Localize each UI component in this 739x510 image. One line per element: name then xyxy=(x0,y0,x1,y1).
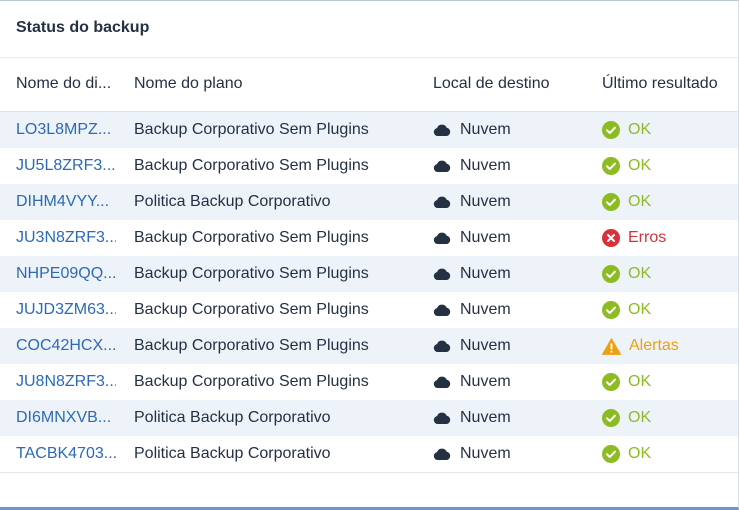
destination-cell: Nuvem xyxy=(433,229,511,247)
device-link[interactable]: JU8N8ZRF3... xyxy=(16,373,116,391)
table-row: JU3N8ZRF3... Backup Corporativo Sem Plug… xyxy=(0,220,738,256)
destination-label: Nuvem xyxy=(460,445,511,462)
check-circle-icon xyxy=(602,193,620,211)
destination-cell: Nuvem xyxy=(433,157,511,175)
column-header-result[interactable]: Último resultado xyxy=(602,75,718,93)
column-header-device[interactable]: Nome do di... xyxy=(16,75,120,93)
result-cell: OK xyxy=(602,121,651,139)
destination-label: Nuvem xyxy=(460,409,511,426)
result-cell: Erros xyxy=(602,229,666,247)
result-cell: OK xyxy=(602,373,651,391)
destination-cell: Nuvem xyxy=(433,121,511,139)
result-cell: Alertas xyxy=(602,337,679,355)
destination-cell: Nuvem xyxy=(433,193,511,211)
table-row: COC42HCX... Backup Corporativo Sem Plugi… xyxy=(0,328,738,364)
device-link[interactable]: JU3N8ZRF3... xyxy=(16,229,116,247)
column-header-destination[interactable]: Local de destino xyxy=(433,75,550,93)
result-label: OK xyxy=(628,121,652,138)
result-label: OK xyxy=(628,157,652,174)
destination-label: Nuvem xyxy=(460,373,511,390)
plan-name: Politica Backup Corporativo xyxy=(134,445,331,462)
result-label: OK xyxy=(628,301,652,318)
plan-name: Backup Corporativo Sem Plugins xyxy=(134,265,369,282)
cloud-icon xyxy=(433,124,451,136)
column-header-plan[interactable]: Nome do plano xyxy=(134,75,243,93)
result-cell: OK xyxy=(602,445,651,463)
result-cell: OK xyxy=(602,301,651,319)
destination-label: Nuvem xyxy=(460,157,511,174)
table-row: JUJD3ZM63... Backup Corporativo Sem Plug… xyxy=(0,292,738,328)
result-cell: OK xyxy=(602,157,651,175)
plan-name: Politica Backup Corporativo xyxy=(134,193,331,210)
table-row: NHPE09QQ... Backup Corporativo Sem Plugi… xyxy=(0,256,738,292)
table-header: Nome do di... Nome do plano Local de des… xyxy=(0,58,738,112)
cloud-icon xyxy=(433,304,451,316)
cloud-icon xyxy=(433,160,451,172)
result-cell: OK xyxy=(602,409,651,427)
cloud-icon xyxy=(433,196,451,208)
widget-title: Status do backup xyxy=(16,19,150,36)
destination-cell: Nuvem xyxy=(433,373,511,391)
result-label: OK xyxy=(628,193,652,210)
destination-label: Nuvem xyxy=(460,193,511,210)
table-row: JU8N8ZRF3... Backup Corporativo Sem Plug… xyxy=(0,364,738,400)
cloud-icon xyxy=(433,376,451,388)
check-circle-icon xyxy=(602,157,620,175)
device-link[interactable]: NHPE09QQ... xyxy=(16,265,116,283)
cloud-icon xyxy=(433,232,451,244)
table-row: DI6MNXVB... Politica Backup Corporativo … xyxy=(0,400,738,436)
x-circle-icon xyxy=(602,229,620,247)
result-label: OK xyxy=(628,373,652,390)
check-circle-icon xyxy=(602,373,620,391)
backup-status-widget: Status do backup Nome do di... Nome do p… xyxy=(0,0,739,510)
plan-name: Backup Corporativo Sem Plugins xyxy=(134,121,369,138)
table-row: JU5L8ZRF3... Backup Corporativo Sem Plug… xyxy=(0,148,738,184)
destination-label: Nuvem xyxy=(460,301,511,318)
destination-label: Nuvem xyxy=(460,265,511,282)
plan-name: Backup Corporativo Sem Plugins xyxy=(134,301,369,318)
plan-name: Politica Backup Corporativo xyxy=(134,409,331,426)
result-label: Erros xyxy=(628,229,667,246)
table-bottom-divider xyxy=(0,472,738,473)
result-cell: OK xyxy=(602,193,651,211)
device-link[interactable]: JU5L8ZRF3... xyxy=(16,157,116,175)
cloud-icon xyxy=(433,448,451,460)
device-link[interactable]: LO3L8MPZ... xyxy=(16,121,116,139)
device-link[interactable]: DI6MNXVB... xyxy=(16,409,116,427)
result-label: OK xyxy=(628,265,652,282)
device-link[interactable]: DIHM4VYY... xyxy=(16,193,116,211)
plan-name: Backup Corporativo Sem Plugins xyxy=(134,337,369,354)
cloud-icon xyxy=(433,340,451,352)
plan-name: Backup Corporativo Sem Plugins xyxy=(134,373,369,390)
destination-cell: Nuvem xyxy=(433,445,511,463)
result-label: OK xyxy=(628,445,652,462)
check-circle-icon xyxy=(602,301,620,319)
check-circle-icon xyxy=(602,121,620,139)
table-row: TACBK4703... Politica Backup Corporativo… xyxy=(0,436,738,472)
destination-label: Nuvem xyxy=(460,229,511,246)
table-body: LO3L8MPZ... Backup Corporativo Sem Plugi… xyxy=(0,112,738,472)
result-cell: OK xyxy=(602,265,651,283)
warning-triangle-icon xyxy=(602,337,621,355)
check-circle-icon xyxy=(602,445,620,463)
destination-cell: Nuvem xyxy=(433,409,511,427)
destination-cell: Nuvem xyxy=(433,301,511,319)
device-link[interactable]: JUJD3ZM63... xyxy=(16,301,116,319)
destination-cell: Nuvem xyxy=(433,337,511,355)
cloud-icon xyxy=(433,268,451,280)
destination-label: Nuvem xyxy=(460,121,511,138)
check-circle-icon xyxy=(602,409,620,427)
plan-name: Backup Corporativo Sem Plugins xyxy=(134,157,369,174)
device-link[interactable]: TACBK4703... xyxy=(16,445,116,463)
result-label: Alertas xyxy=(629,337,679,354)
plan-name: Backup Corporativo Sem Plugins xyxy=(134,229,369,246)
result-label: OK xyxy=(628,409,652,426)
table-row: DIHM4VYY... Politica Backup Corporativo … xyxy=(0,184,738,220)
check-circle-icon xyxy=(602,265,620,283)
cloud-icon xyxy=(433,412,451,424)
destination-label: Nuvem xyxy=(460,337,511,354)
device-link[interactable]: COC42HCX... xyxy=(16,337,116,355)
table-row: LO3L8MPZ... Backup Corporativo Sem Plugi… xyxy=(0,112,738,148)
destination-cell: Nuvem xyxy=(433,265,511,283)
